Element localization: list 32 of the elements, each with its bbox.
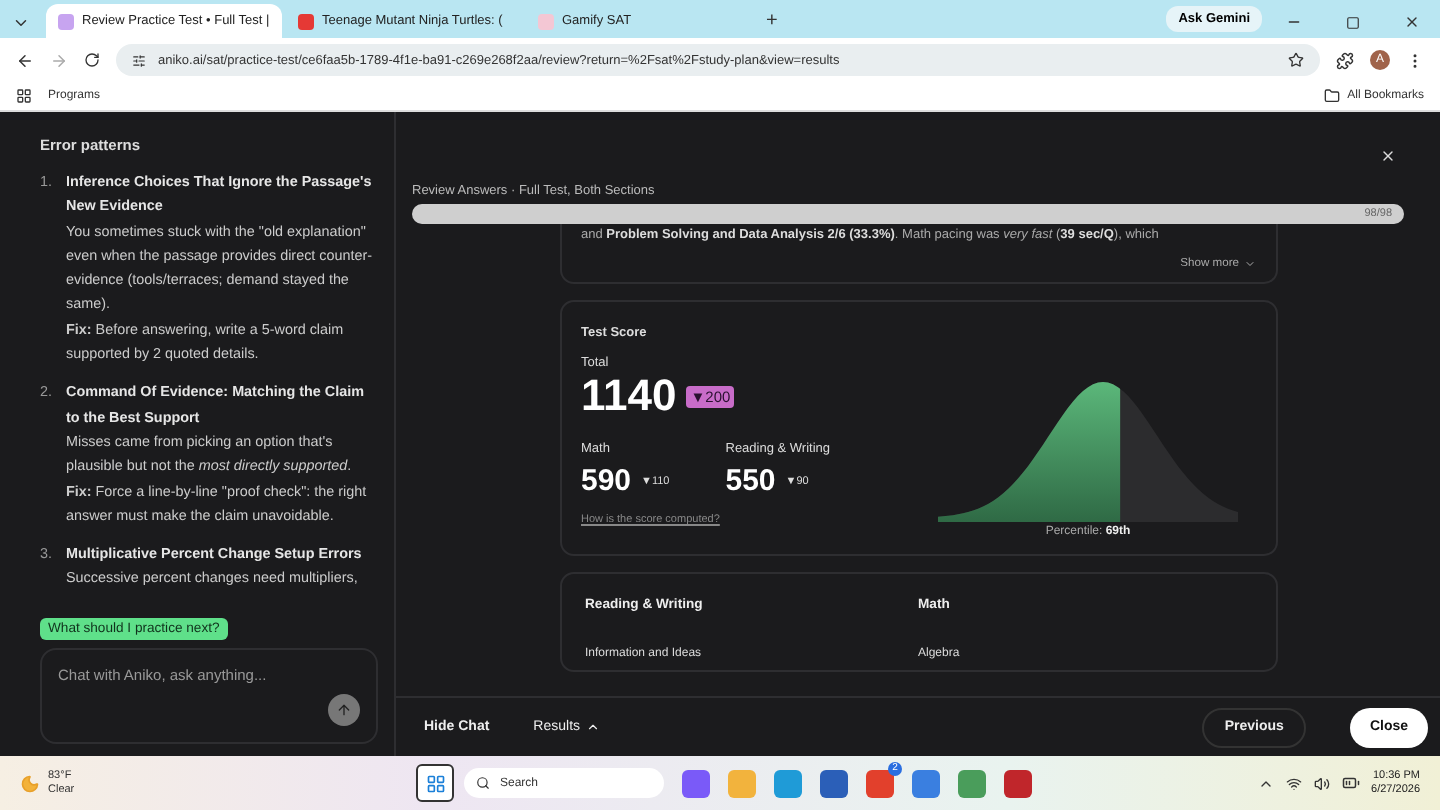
back-icon[interactable]	[16, 51, 34, 69]
search-icon	[476, 776, 490, 790]
section-score: 590	[581, 464, 632, 498]
reload-icon[interactable]	[84, 52, 100, 68]
close-icon[interactable]	[1404, 14, 1420, 30]
wifi-icon[interactable]	[1285, 775, 1302, 791]
volume-icon[interactable]	[1313, 775, 1330, 791]
tab-favicon-icon	[538, 13, 554, 29]
start-button[interactable]	[416, 764, 454, 802]
taskbar-app-icon[interactable]	[774, 769, 802, 797]
restore-icon[interactable]	[1346, 16, 1360, 30]
apps-icon[interactable]	[16, 88, 32, 104]
taskbar-app-icon[interactable]	[912, 769, 940, 797]
chevron-up-icon	[586, 720, 601, 734]
chevron-down-icon	[1243, 258, 1255, 270]
folder-icon	[1323, 88, 1340, 104]
tab-favicon-icon	[298, 13, 314, 29]
taskbar-app-icon[interactable]	[682, 769, 710, 797]
extensions-icon[interactable]	[1336, 51, 1354, 69]
tab-favicon-icon	[58, 13, 74, 29]
taskbar-app-icon[interactable]	[1004, 769, 1032, 797]
tab-list-icon[interactable]	[12, 14, 30, 32]
moon-icon	[20, 773, 40, 793]
new-tab-button[interactable]: +	[766, 10, 778, 32]
section-score: 550	[725, 464, 776, 498]
taskbar-app-icon[interactable]	[958, 769, 986, 797]
total-score: 1140	[581, 370, 677, 422]
windows-logo-icon	[425, 773, 445, 793]
arrow-up-icon	[336, 702, 352, 718]
battery-icon[interactable]	[1341, 774, 1360, 792]
taskbar-app-icon[interactable]	[820, 769, 848, 797]
send-button[interactable]	[328, 694, 360, 726]
